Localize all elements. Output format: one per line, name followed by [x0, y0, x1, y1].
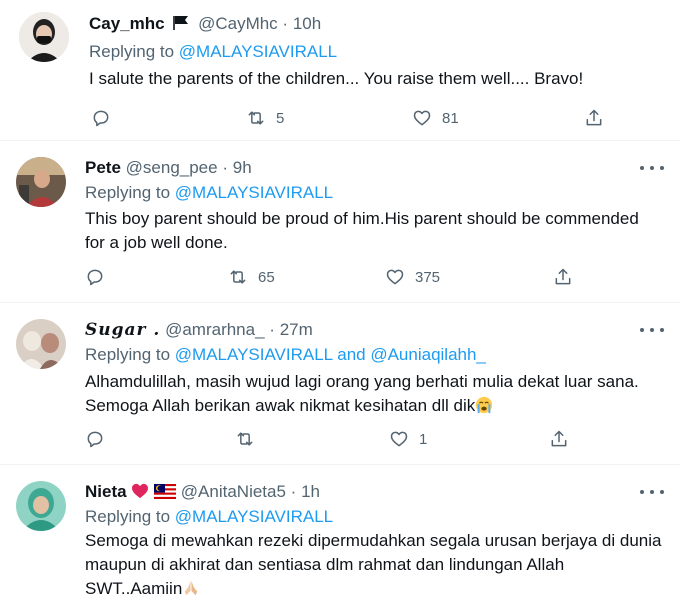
retweet-count: 5	[276, 109, 285, 127]
retweet-count: 65	[258, 268, 275, 286]
more-options-button[interactable]	[640, 158, 664, 178]
like-count: 81	[442, 109, 459, 127]
avatar-photo-icon	[16, 319, 66, 369]
mention-link-2[interactable]: @Auniaqilahh_	[370, 345, 486, 364]
black-flag-icon	[173, 16, 189, 30]
replying-to: Replying to @MALAYSIAVIRALL	[89, 42, 337, 62]
mention-link[interactable]: @MALAYSIAVIRALL	[175, 507, 333, 526]
retweet-button[interactable]: 5	[246, 108, 284, 128]
mention-link[interactable]: @MALAYSIAVIRALL	[179, 42, 337, 61]
tweet-text-line-2: Semoga Allah berikan awak nikmat kesihat…	[85, 396, 476, 415]
mention-link[interactable]: @MALAYSIAVIRALL	[175, 183, 333, 202]
display-name[interactable]: Nieta	[85, 482, 127, 501]
share-icon	[551, 430, 567, 447]
reply-button[interactable]	[85, 267, 105, 287]
replying-to: Replying to @MALAYSIAVIRALL	[85, 507, 333, 527]
avatar-photo-icon	[16, 157, 66, 207]
tweet-text: This boy parent should be proud of him.H…	[85, 207, 639, 255]
red-heart-icon	[132, 483, 149, 499]
separator-dot: ·	[290, 482, 297, 501]
user-handle[interactable]: @AnitaNieta5	[181, 482, 286, 501]
display-name[interactable]: 𝑺𝒖𝒈𝒂𝒓 .	[85, 320, 160, 340]
share-button[interactable]	[549, 429, 569, 449]
heart-icon	[390, 431, 408, 447]
like-count: 1	[419, 430, 428, 448]
tweet-text: I salute the parents of the children... …	[89, 69, 584, 88]
retweet-button[interactable]	[235, 429, 265, 449]
tweet-header: 𝑺𝒖𝒈𝒂𝒓 . @amrarhna_ · 27m	[85, 320, 313, 340]
tweet-text-line: Semoga di mewahkan rezeki dipermudahkan …	[85, 531, 662, 550]
share-button[interactable]	[584, 108, 604, 128]
like-button[interactable]: 81	[412, 108, 459, 128]
replying-to-label: Replying to	[85, 345, 175, 364]
tweet-text-line: maupun di akhirat dan sentiasa dlm rahma…	[85, 555, 565, 574]
timestamp[interactable]: 27m	[280, 320, 313, 339]
replying-to: Replying to @MALAYSIAVIRALL and @Auniaqi…	[85, 345, 486, 365]
user-handle[interactable]: @seng_pee	[126, 158, 218, 177]
replying-to-label: Replying to	[89, 42, 179, 61]
share-icon	[586, 109, 602, 126]
tweet-text-line: SWT..Aamiin	[85, 577, 661, 601]
tweet-text-line: Alhamdulillah, masih wujud lagi orang ya…	[85, 372, 639, 391]
retweet-icon	[230, 270, 246, 284]
user-handle[interactable]: @amrarhna_	[165, 320, 264, 339]
more-options-button[interactable]	[640, 320, 664, 340]
replying-and-text: and	[332, 345, 371, 364]
folded-hands-emoji	[184, 580, 198, 596]
tweet-nieta[interactable]: Nieta @AnitaNieta5 · 1h Replying to @MAL…	[0, 465, 680, 598]
share-icon	[555, 268, 571, 285]
reply-icon	[87, 269, 103, 286]
retweet-button[interactable]: 65	[228, 267, 275, 287]
tweet-sugar[interactable]: 𝑺𝒖𝒈𝒂𝒓 . @amrarhna_ · 27m Replying to @MA…	[0, 303, 680, 463]
mention-link[interactable]: @MALAYSIAVIRALL	[175, 345, 333, 364]
like-button[interactable]: 1	[389, 429, 427, 449]
replying-to-label: Replying to	[85, 507, 175, 526]
display-name[interactable]: Cay_mhc	[89, 14, 165, 33]
avatar[interactable]	[16, 319, 66, 369]
tweet-cay-mhc[interactable]: Cay_mhc @CayMhc · 10h Replying to @MALAY…	[0, 0, 680, 140]
tweet-text-line: for a job well done.	[85, 233, 228, 252]
avatar-photo-icon	[16, 481, 66, 531]
tweet-text-line-3: SWT..Aamiin	[85, 579, 183, 598]
timestamp[interactable]: 9h	[233, 158, 252, 177]
tweet-text-line: Semoga Allah berikan awak nikmat kesihat…	[85, 394, 639, 418]
retweet-icon	[237, 432, 253, 446]
crying-face-emoji	[476, 396, 493, 414]
avatar-photo-icon	[19, 12, 69, 62]
heart-icon	[413, 110, 431, 126]
retweet-icon	[248, 111, 264, 125]
reply-feed: Cay_mhc @CayMhc · 10h Replying to @MALAY…	[0, 0, 680, 598]
more-options-button[interactable]	[640, 482, 664, 502]
separator-dot: ·	[269, 320, 275, 339]
tweet-text-line: This boy parent should be proud of him.H…	[85, 209, 639, 228]
like-button[interactable]: 375	[385, 267, 440, 287]
reply-icon	[93, 110, 109, 127]
timestamp[interactable]: 10h	[293, 14, 321, 33]
replying-to-label: Replying to	[85, 183, 175, 202]
display-name[interactable]: Pete	[85, 158, 121, 177]
tweet-header: Cay_mhc @CayMhc · 10h	[89, 14, 321, 34]
replying-to: Replying to @MALAYSIAVIRALL	[85, 183, 333, 203]
heart-icon	[386, 269, 404, 285]
tweet-text: Alhamdulillah, masih wujud lagi orang ya…	[85, 370, 639, 418]
avatar[interactable]	[16, 157, 66, 207]
malaysia-flag-icon	[154, 484, 177, 499]
reply-button[interactable]	[85, 429, 105, 449]
avatar[interactable]	[19, 12, 69, 62]
avatar[interactable]	[16, 481, 66, 531]
share-button[interactable]	[553, 267, 573, 287]
reply-button[interactable]	[91, 108, 111, 128]
tweet-pete[interactable]: Pete @seng_pee · 9h Replying to @MALAYSI…	[0, 141, 680, 301]
separator-dot: ·	[222, 158, 229, 177]
like-count: 375	[415, 268, 441, 286]
tweet-header: Pete @seng_pee · 9h	[85, 158, 252, 178]
tweet-header: Nieta @AnitaNieta5 · 1h	[85, 482, 320, 502]
timestamp[interactable]: 1h	[301, 482, 320, 501]
reply-icon	[87, 431, 103, 448]
user-handle[interactable]: @CayMhc	[198, 14, 278, 33]
separator-dot: ·	[282, 14, 289, 33]
tweet-text: Semoga di mewahkan rezeki dipermudahkan …	[85, 529, 661, 601]
